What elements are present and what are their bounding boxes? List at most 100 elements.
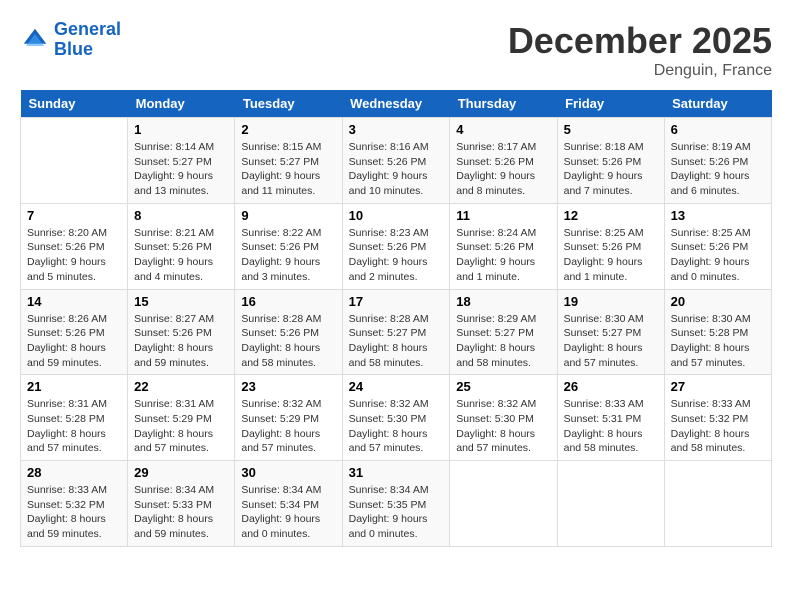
calendar-cell: 28 Sunrise: 8:33 AM Sunset: 5:32 PM Dayli…	[21, 461, 128, 547]
day-info: Sunrise: 8:25 AM Sunset: 5:26 PM Dayligh…	[671, 226, 765, 285]
calendar-week-row: 14 Sunrise: 8:26 AM Sunset: 5:26 PM Dayli…	[21, 289, 772, 375]
calendar-table: SundayMondayTuesdayWednesdayThursdayFrid…	[20, 90, 772, 547]
day-number: 19	[564, 294, 658, 309]
logo-text: General Blue	[54, 20, 121, 60]
calendar-cell: 26Sunrise: 8:33 AM Sunset: 5:31 PM Dayli…	[557, 375, 664, 461]
day-number: 24	[349, 379, 444, 394]
day-number: 17	[349, 294, 444, 309]
day-number: 18	[456, 294, 550, 309]
day-number: 29	[134, 465, 228, 480]
calendar-cell	[450, 461, 557, 547]
calendar-cell: 15 Sunrise: 8:27 AM Sunset: 5:26 PM Dayli…	[128, 289, 235, 375]
day-info: Sunrise: 8:31 AM Sunset: 5:28 PM Dayligh…	[27, 397, 121, 456]
day-number: 8	[134, 208, 228, 223]
day-info: Sunrise: 8:30 AM Sunset: 5:28 PM Dayligh…	[671, 312, 765, 371]
day-info: Sunrise: 8:14 AM Sunset: 5:27 PM Dayligh…	[134, 140, 228, 199]
day-info: Sunrise: 8:17 AM Sunset: 5:26 PM Dayligh…	[456, 140, 550, 199]
weekday-header-cell: Thursday	[450, 90, 557, 118]
day-number: 2	[241, 122, 335, 137]
calendar-cell: 9Sunrise: 8:22 AM Sunset: 5:26 PM Daylig…	[235, 203, 342, 289]
day-info: Sunrise: 8:26 AM Sunset: 5:26 PM Dayligh…	[27, 312, 121, 371]
calendar-cell: 8 Sunrise: 8:21 AM Sunset: 5:26 PM Daylig…	[128, 203, 235, 289]
day-number: 31	[349, 465, 444, 480]
day-number: 23	[241, 379, 335, 394]
calendar-week-row: 21 Sunrise: 8:31 AM Sunset: 5:28 PM Dayli…	[21, 375, 772, 461]
day-number: 1	[134, 122, 228, 137]
day-number: 25	[456, 379, 550, 394]
calendar-cell: 14 Sunrise: 8:26 AM Sunset: 5:26 PM Dayli…	[21, 289, 128, 375]
day-number: 12	[564, 208, 658, 223]
calendar-cell: 25 Sunrise: 8:32 AM Sunset: 5:30 PM Dayli…	[450, 375, 557, 461]
day-info: Sunrise: 8:33 AM Sunset: 5:32 PM Dayligh…	[27, 483, 121, 542]
calendar-cell: 13 Sunrise: 8:25 AM Sunset: 5:26 PM Dayli…	[664, 203, 771, 289]
day-number: 7	[27, 208, 121, 223]
title-area: December 2025 Denguin, France	[508, 20, 772, 80]
logo-line2: Blue	[54, 39, 93, 59]
day-info: Sunrise: 8:28 AM Sunset: 5:26 PM Dayligh…	[241, 312, 335, 371]
calendar-cell	[664, 461, 771, 547]
day-number: 22	[134, 379, 228, 394]
day-info: Sunrise: 8:25 AM Sunset: 5:26 PM Dayligh…	[564, 226, 658, 285]
day-info: Sunrise: 8:18 AM Sunset: 5:26 PM Dayligh…	[564, 140, 658, 199]
calendar-week-row: 1 Sunrise: 8:14 AM Sunset: 5:27 PM Daylig…	[21, 118, 772, 204]
month-title: December 2025	[508, 20, 772, 62]
day-number: 21	[27, 379, 121, 394]
weekday-header-cell: Saturday	[664, 90, 771, 118]
day-info: Sunrise: 8:32 AM Sunset: 5:30 PM Dayligh…	[456, 397, 550, 456]
weekday-header-cell: Friday	[557, 90, 664, 118]
calendar-week-row: 7 Sunrise: 8:20 AM Sunset: 5:26 PM Daylig…	[21, 203, 772, 289]
calendar-cell: 2Sunrise: 8:15 AM Sunset: 5:27 PM Daylig…	[235, 118, 342, 204]
day-number: 30	[241, 465, 335, 480]
day-number: 16	[241, 294, 335, 309]
calendar-cell: 4Sunrise: 8:17 AM Sunset: 5:26 PM Daylig…	[450, 118, 557, 204]
day-number: 15	[134, 294, 228, 309]
calendar-cell: 22 Sunrise: 8:31 AM Sunset: 5:29 PM Dayli…	[128, 375, 235, 461]
day-info: Sunrise: 8:23 AM Sunset: 5:26 PM Dayligh…	[349, 226, 444, 285]
calendar-body: 1 Sunrise: 8:14 AM Sunset: 5:27 PM Daylig…	[21, 118, 772, 547]
day-info: Sunrise: 8:16 AM Sunset: 5:26 PM Dayligh…	[349, 140, 444, 199]
logo-icon	[20, 25, 50, 55]
day-info: Sunrise: 8:31 AM Sunset: 5:29 PM Dayligh…	[134, 397, 228, 456]
weekday-header-cell: Monday	[128, 90, 235, 118]
day-info: Sunrise: 8:21 AM Sunset: 5:26 PM Dayligh…	[134, 226, 228, 285]
calendar-cell: 10 Sunrise: 8:23 AM Sunset: 5:26 PM Dayli…	[342, 203, 450, 289]
calendar-cell: 29Sunrise: 8:34 AM Sunset: 5:33 PM Dayli…	[128, 461, 235, 547]
day-number: 27	[671, 379, 765, 394]
day-number: 6	[671, 122, 765, 137]
calendar-cell	[21, 118, 128, 204]
day-info: Sunrise: 8:28 AM Sunset: 5:27 PM Dayligh…	[349, 312, 444, 371]
location-subtitle: Denguin, France	[508, 62, 772, 80]
day-info: Sunrise: 8:20 AM Sunset: 5:26 PM Dayligh…	[27, 226, 121, 285]
day-number: 28	[27, 465, 121, 480]
day-info: Sunrise: 8:24 AM Sunset: 5:26 PM Dayligh…	[456, 226, 550, 285]
day-number: 3	[349, 122, 444, 137]
day-info: Sunrise: 8:30 AM Sunset: 5:27 PM Dayligh…	[564, 312, 658, 371]
calendar-cell: 3 Sunrise: 8:16 AM Sunset: 5:26 PM Daylig…	[342, 118, 450, 204]
weekday-header-cell: Tuesday	[235, 90, 342, 118]
day-number: 11	[456, 208, 550, 223]
day-info: Sunrise: 8:34 AM Sunset: 5:35 PM Dayligh…	[349, 483, 444, 542]
calendar-cell: 16 Sunrise: 8:28 AM Sunset: 5:26 PM Dayli…	[235, 289, 342, 375]
weekday-header-cell: Sunday	[21, 90, 128, 118]
calendar-cell: 30 Sunrise: 8:34 AM Sunset: 5:34 PM Dayli…	[235, 461, 342, 547]
day-info: Sunrise: 8:32 AM Sunset: 5:29 PM Dayligh…	[241, 397, 335, 456]
calendar-cell: 27 Sunrise: 8:33 AM Sunset: 5:32 PM Dayli…	[664, 375, 771, 461]
day-info: Sunrise: 8:27 AM Sunset: 5:26 PM Dayligh…	[134, 312, 228, 371]
calendar-cell: 31 Sunrise: 8:34 AM Sunset: 5:35 PM Dayli…	[342, 461, 450, 547]
calendar-cell: 5Sunrise: 8:18 AM Sunset: 5:26 PM Daylig…	[557, 118, 664, 204]
calendar-cell: 1 Sunrise: 8:14 AM Sunset: 5:27 PM Daylig…	[128, 118, 235, 204]
calendar-cell: 21 Sunrise: 8:31 AM Sunset: 5:28 PM Dayli…	[21, 375, 128, 461]
day-info: Sunrise: 8:33 AM Sunset: 5:32 PM Dayligh…	[671, 397, 765, 456]
day-number: 10	[349, 208, 444, 223]
logo: General Blue	[20, 20, 121, 60]
day-number: 13	[671, 208, 765, 223]
day-info: Sunrise: 8:22 AM Sunset: 5:26 PM Dayligh…	[241, 226, 335, 285]
day-info: Sunrise: 8:34 AM Sunset: 5:34 PM Dayligh…	[241, 483, 335, 542]
calendar-cell: 17 Sunrise: 8:28 AM Sunset: 5:27 PM Dayli…	[342, 289, 450, 375]
day-number: 14	[27, 294, 121, 309]
day-info: Sunrise: 8:33 AM Sunset: 5:31 PM Dayligh…	[564, 397, 658, 456]
calendar-cell: 18 Sunrise: 8:29 AM Sunset: 5:27 PM Dayli…	[450, 289, 557, 375]
day-info: Sunrise: 8:32 AM Sunset: 5:30 PM Dayligh…	[349, 397, 444, 456]
day-info: Sunrise: 8:29 AM Sunset: 5:27 PM Dayligh…	[456, 312, 550, 371]
weekday-header-row: SundayMondayTuesdayWednesdayThursdayFrid…	[21, 90, 772, 118]
